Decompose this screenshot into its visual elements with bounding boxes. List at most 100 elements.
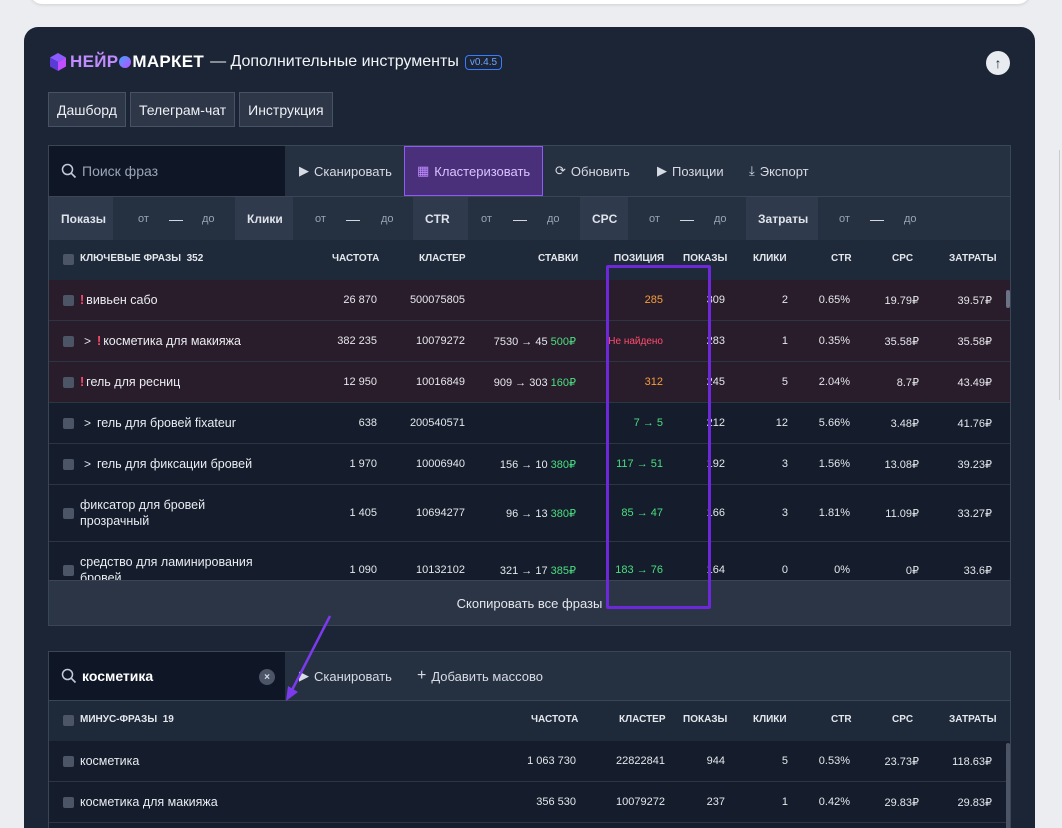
keyword-phrase-cont: прозрачный <box>80 514 150 528</box>
keyword-phrase: фиксатор для бровей <box>80 498 206 512</box>
col-cpc[interactable]: CPC <box>892 714 913 725</box>
filter-dash: — <box>346 210 360 227</box>
select-all-checkbox[interactable] <box>63 715 74 726</box>
add-bulk-button[interactable]: + Добавить массово <box>417 652 543 700</box>
scrollbar-thumb[interactable] <box>1006 743 1010 828</box>
col-cluster[interactable]: КЛАСТЕР <box>619 714 666 725</box>
row-checkbox[interactable] <box>63 418 74 429</box>
col-impressions[interactable]: ПОКАЗЫ <box>683 714 727 725</box>
row-checkbox[interactable] <box>63 756 74 767</box>
filter-cost-to[interactable]: до <box>904 197 917 240</box>
logo-cube-icon <box>50 53 66 71</box>
ctr-value: 2.04% <box>818 376 850 388</box>
cluster-value: 10132102 <box>416 564 465 576</box>
version-badge: v0.4.5 <box>464 54 503 70</box>
cpc-value: 8.7₽ <box>896 377 919 389</box>
cost-value: 33.6₽ <box>963 565 992 577</box>
col-position[interactable]: ПОЗИЦИЯ <box>614 253 664 264</box>
collapse-up-button[interactable]: ↑ <box>986 51 1010 75</box>
search-value: косметика <box>82 668 154 684</box>
filter-cost-from[interactable]: от <box>839 197 850 240</box>
table-row[interactable]: фиксатор для бровей прозрачный 1 405 106… <box>49 485 1010 542</box>
chevron-right-icon: > <box>84 334 92 348</box>
cpc-value: 29.83₽ <box>884 797 919 809</box>
cluster-value: 200540571 <box>409 417 465 429</box>
table-row[interactable]: ! вивьен сабо 26 870 500075805 285 309 2 … <box>49 280 1010 321</box>
keyword-phrase: средство для ламинирования <box>80 555 253 569</box>
cluster-button[interactable]: ▦ Кластеризовать <box>404 146 544 196</box>
clear-search-icon[interactable]: × <box>259 669 275 685</box>
filter-cpc-to[interactable]: до <box>714 197 727 240</box>
phrase-search-input[interactable]: Поиск фраз <box>49 146 285 196</box>
cost-value: 29.83₽ <box>957 797 992 809</box>
filter-clicks-from[interactable]: от <box>315 197 326 240</box>
col-clicks[interactable]: КЛИКИ <box>753 253 787 264</box>
frequency-value: 1 063 730 <box>527 755 576 767</box>
col-ctr[interactable]: CTR <box>831 714 852 725</box>
select-all-checkbox[interactable] <box>63 254 74 265</box>
table-row[interactable]: косметика 1 063 730 22822841 944 5 0.53%… <box>49 741 1010 782</box>
table-row[interactable]: > гель для бровей fixateur 638 200540571 … <box>49 403 1010 444</box>
table-row[interactable]: косметика для макияжа 356 530 10079272 2… <box>49 782 1010 823</box>
minus-toolbar: косметика × ▶ Сканировать + Добавить массо… <box>48 651 1011 701</box>
scan-button[interactable]: ▶ Сканировать <box>299 146 392 196</box>
filter-ctr-to[interactable]: до <box>547 197 560 240</box>
cluster-value: 10006940 <box>416 458 465 470</box>
cluster-value: 10079272 <box>416 335 465 347</box>
cluster-value: 10079272 <box>616 796 665 808</box>
row-checkbox[interactable] <box>63 459 74 470</box>
col-frequency[interactable]: ЧАСТОТА <box>531 714 578 725</box>
frequency-value: 382 235 <box>337 335 377 347</box>
row-checkbox[interactable] <box>63 377 74 388</box>
refresh-icon: ⟳ <box>555 163 566 178</box>
col-cluster[interactable]: КЛАСТЕР <box>419 253 466 264</box>
tab-dashboard[interactable]: Дашборд <box>48 92 126 127</box>
tab-instructions[interactable]: Инструкция <box>239 92 333 127</box>
filter-cpc-from[interactable]: от <box>649 197 660 240</box>
add-bulk-label: Добавить массово <box>431 668 543 684</box>
table-row[interactable]: > гель для фиксации бровей 1 970 10006940… <box>49 444 1010 485</box>
row-checkbox[interactable] <box>63 295 74 306</box>
filter-dash: — <box>680 210 694 227</box>
refresh-button[interactable]: ⟳ Обновить <box>555 146 630 196</box>
row-checkbox[interactable] <box>63 508 74 519</box>
table-row[interactable] <box>49 823 1010 828</box>
play-icon: ▶ <box>299 163 309 178</box>
filter-clicks-to[interactable]: до <box>381 197 394 240</box>
row-checkbox[interactable] <box>63 336 74 347</box>
cpc-value: 35.58₽ <box>884 336 919 348</box>
cpc-value: 19.79₽ <box>884 295 919 307</box>
panel-header: НЕЙР МАРКЕТ — Дополнительные инструменты … <box>48 50 503 74</box>
export-label: Экспорт <box>759 163 809 179</box>
row-checkbox[interactable] <box>63 565 74 576</box>
col-cpc[interactable]: CPC <box>892 253 913 264</box>
col-frequency[interactable]: ЧАСТОТА <box>332 253 379 264</box>
keywords-table-header: КЛЮЧЕВЫЕ ФРАЗЫ 352 ЧАСТОТА КЛАСТЕР СТАВК… <box>48 240 1011 280</box>
nav-tabs: Дашборд Телеграм-чат Инструкция <box>48 92 333 127</box>
export-button[interactable]: ⤓ Экспорт <box>749 146 809 196</box>
cluster-label: Кластеризовать <box>434 163 531 179</box>
filter-label-clicks: Клики <box>235 197 293 240</box>
filters-row: Показы от — до Клики от — до CTR от — до… <box>48 197 1011 240</box>
tab-telegram-chat[interactable]: Телеграм-чат <box>129 92 236 127</box>
positions-button[interactable]: ▶ Позиции <box>657 146 724 196</box>
col-cost[interactable]: ЗАТРАТЫ <box>949 253 997 264</box>
filter-impressions-to[interactable]: до <box>202 197 215 240</box>
minus-search-input[interactable]: косметика × <box>49 652 285 700</box>
row-checkbox[interactable] <box>63 797 74 808</box>
col-cost[interactable]: ЗАТРАТЫ <box>949 714 997 725</box>
scrollbar-thumb[interactable] <box>1006 290 1010 308</box>
impressions-value: 944 <box>706 755 725 767</box>
table-row[interactable]: ! гель для ресниц 12 950 10016849 909 → 3… <box>49 362 1010 403</box>
col-ctr[interactable]: CTR <box>831 253 852 264</box>
filter-ctr-from[interactable]: от <box>481 197 492 240</box>
table-row[interactable]: >! косметика для макияжа 382 235 10079272… <box>49 321 1010 362</box>
keyword-phrase: ! вивьен сабо <box>80 293 158 307</box>
col-bids[interactable]: СТАВКИ <box>538 253 578 264</box>
brand-logo: НЕЙР МАРКЕТ <box>70 52 205 71</box>
filter-impressions-from[interactable]: от <box>138 197 149 240</box>
copy-all-phrases-button[interactable]: Скопировать все фразы <box>48 580 1011 626</box>
col-clicks[interactable]: КЛИКИ <box>753 714 787 725</box>
table-row[interactable]: средство для ламинирования бровей 1 090 … <box>49 542 1010 580</box>
col-impressions[interactable]: ПОКАЗЫ <box>683 253 727 264</box>
